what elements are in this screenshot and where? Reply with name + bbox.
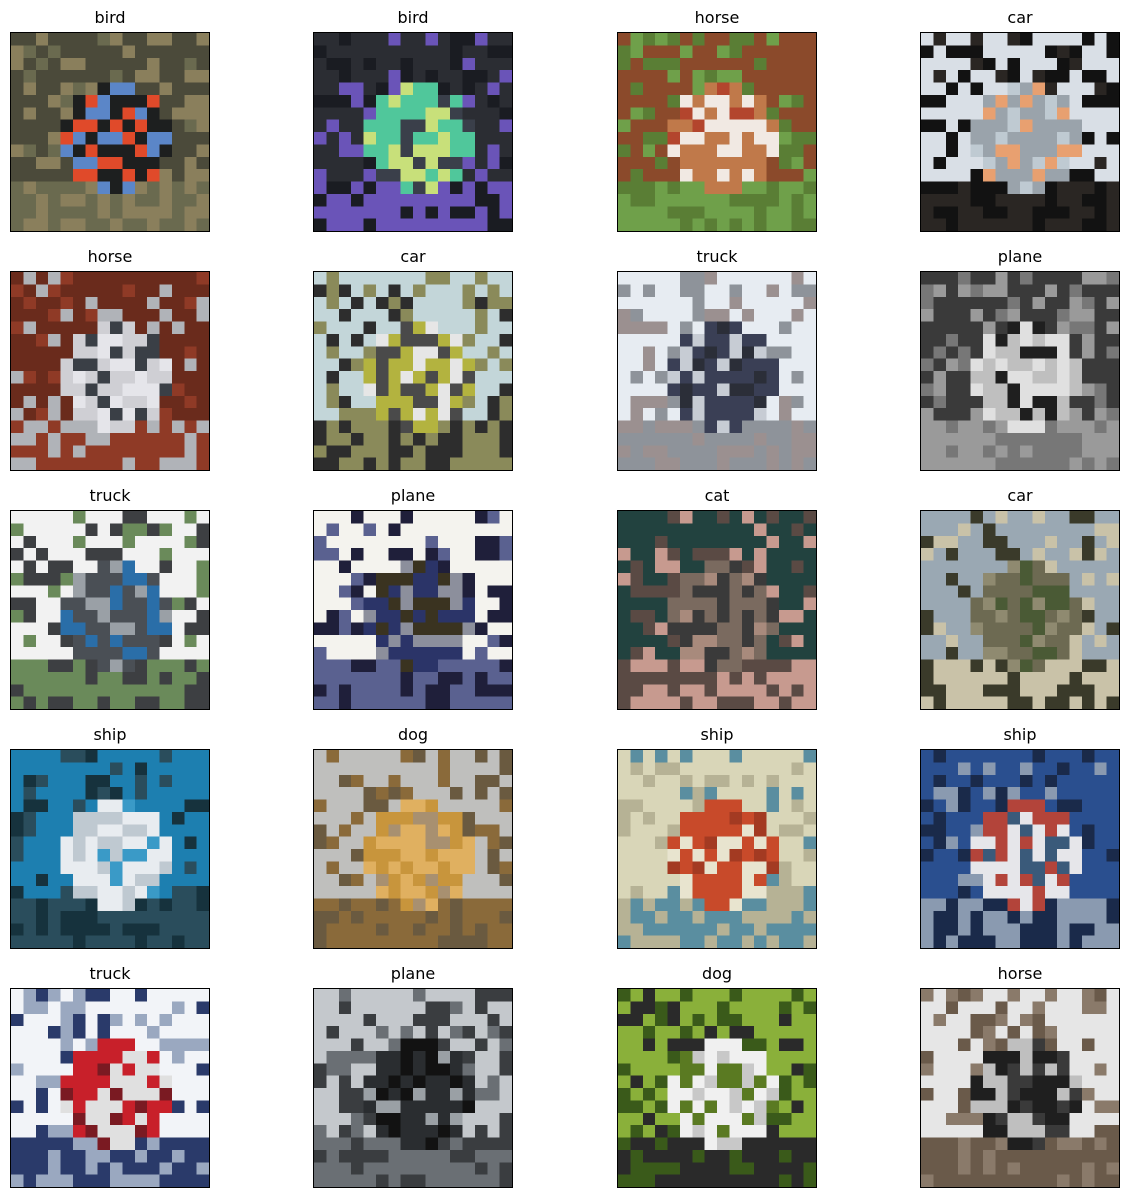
image-thumbnail: [617, 749, 817, 949]
image-label: ship: [700, 725, 734, 744]
pixelated-photo: [618, 750, 816, 948]
image-thumbnail: [10, 988, 210, 1188]
image-thumbnail: [920, 510, 1120, 710]
image-label: truck: [89, 964, 131, 983]
image-thumbnail: [920, 32, 1120, 232]
image-label: car: [1007, 8, 1033, 27]
image-thumbnail: [617, 988, 817, 1188]
image-label: car: [400, 247, 426, 266]
image-label: plane: [390, 964, 436, 983]
image-thumbnail: [617, 32, 817, 232]
image-thumbnail: [10, 749, 210, 949]
image-label: truck: [696, 247, 738, 266]
pixelated-photo: [11, 33, 209, 231]
pixelated-photo: [921, 33, 1119, 231]
pixelated-photo: [618, 989, 816, 1187]
image-label: car: [1007, 486, 1033, 505]
image-label: bird: [94, 8, 126, 27]
image-thumbnail: [313, 32, 513, 232]
image-label: horse: [87, 247, 133, 266]
pixelated-photo: [314, 33, 512, 231]
image-label: cat: [704, 486, 730, 505]
pixelated-photo: [314, 511, 512, 709]
image-label: horse: [694, 8, 740, 27]
image-label: horse: [997, 964, 1043, 983]
pixelated-photo: [921, 750, 1119, 948]
image-thumbnail: [617, 510, 817, 710]
pixelated-photo: [314, 989, 512, 1187]
image-label: ship: [1003, 725, 1037, 744]
image-label: truck: [89, 486, 131, 505]
pixelated-photo: [314, 272, 512, 470]
image-thumbnail: [10, 32, 210, 232]
pixelated-photo: [11, 272, 209, 470]
image-thumbnail: [617, 271, 817, 471]
pixelated-photo: [921, 272, 1119, 470]
image-label: ship: [93, 725, 127, 744]
image-thumbnail: [313, 271, 513, 471]
pixelated-photo: [618, 272, 816, 470]
image-thumbnail: [10, 510, 210, 710]
pixelated-photo: [11, 511, 209, 709]
image-label: dog: [397, 725, 429, 744]
image-label: bird: [397, 8, 429, 27]
pixelated-photo: [11, 989, 209, 1187]
image-thumbnail: [10, 271, 210, 471]
image-thumbnail: [920, 749, 1120, 949]
image-thumbnail: [313, 749, 513, 949]
pixelated-photo: [314, 750, 512, 948]
image-label: dog: [701, 964, 733, 983]
image-thumbnail: [313, 510, 513, 710]
image-label: plane: [997, 247, 1043, 266]
image-grid: bird bird horse car horse car truck plane truck p…: [0, 0, 1128, 1197]
image-label: plane: [390, 486, 436, 505]
image-thumbnail: [920, 271, 1120, 471]
pixelated-photo: [618, 511, 816, 709]
image-thumbnail: [920, 988, 1120, 1188]
pixelated-photo: [618, 33, 816, 231]
pixelated-photo: [921, 511, 1119, 709]
pixelated-photo: [11, 750, 209, 948]
pixelated-photo: [921, 989, 1119, 1187]
image-thumbnail: [313, 988, 513, 1188]
